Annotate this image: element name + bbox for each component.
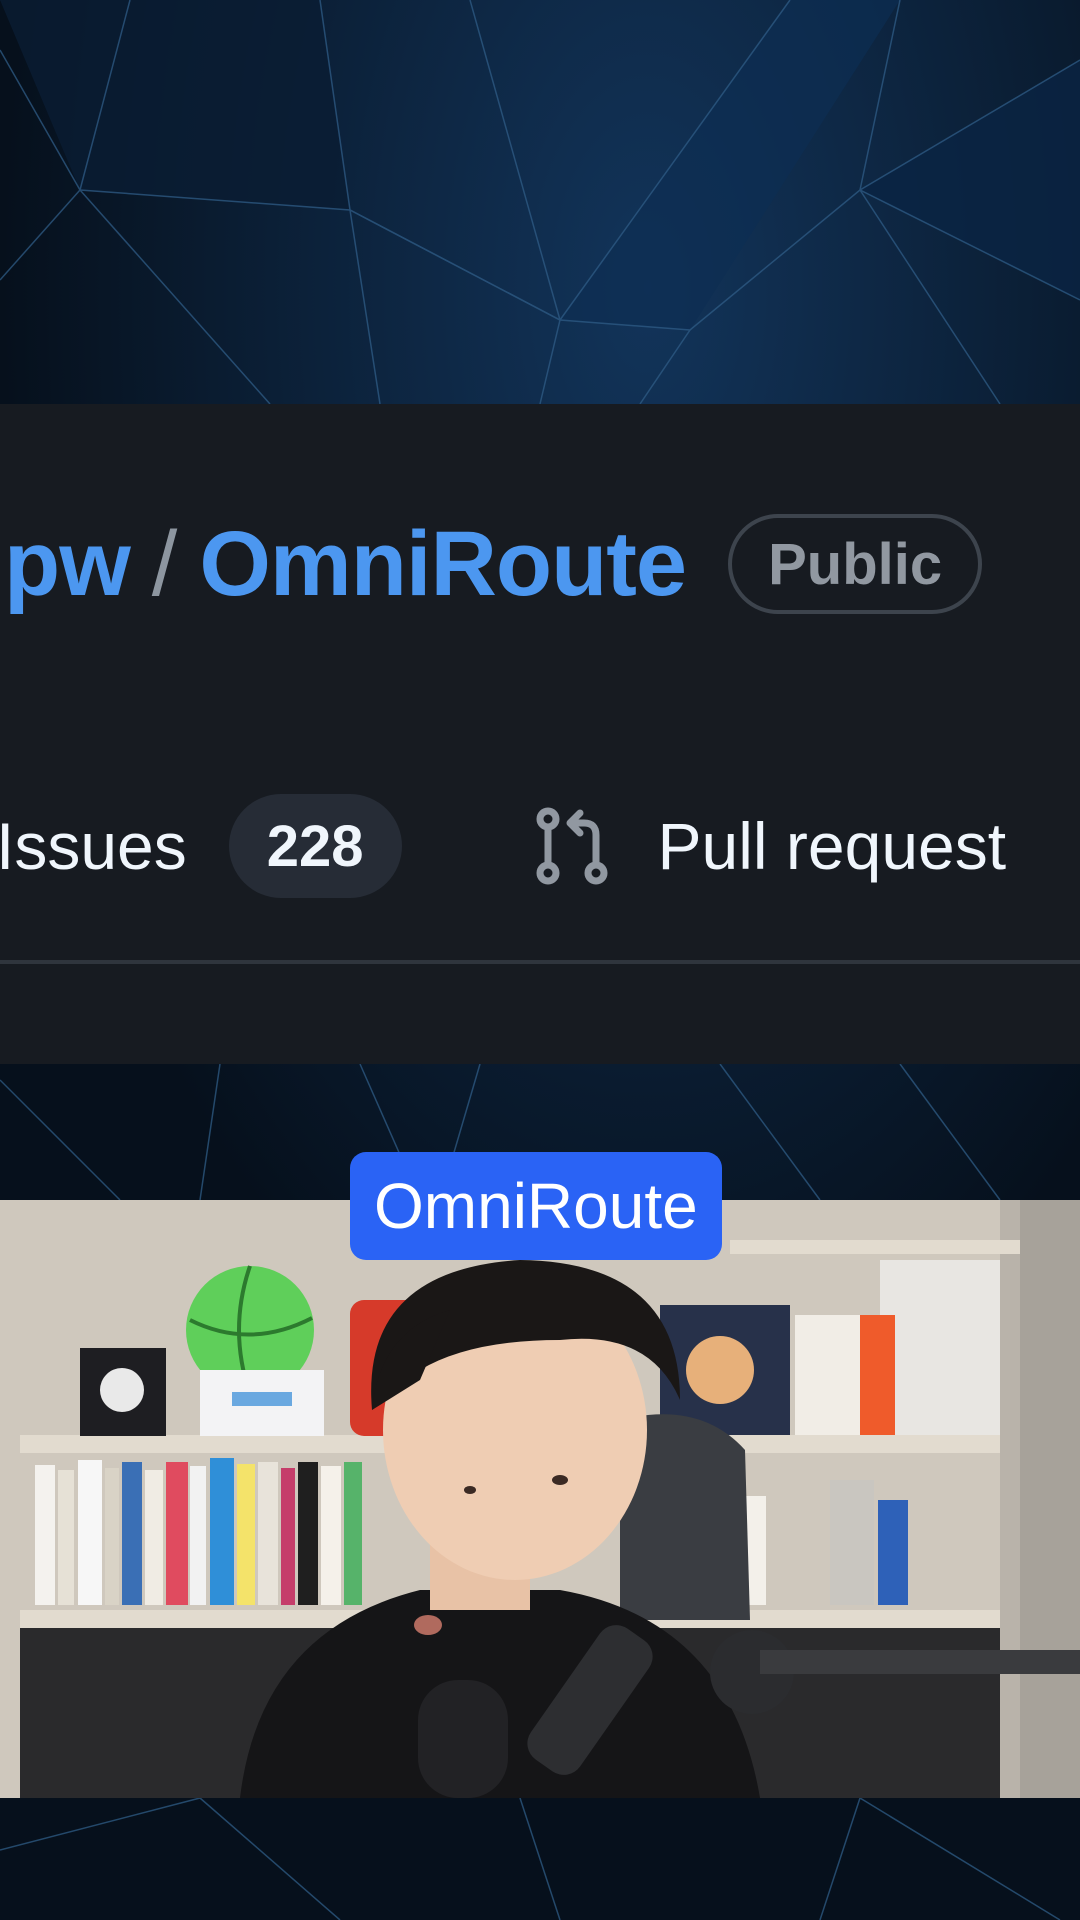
visibility-badge: Public: [728, 514, 983, 614]
github-repo-header-panel: pw / OmniRoute Public Issues 228 Pull re…: [0, 404, 1080, 1064]
webcam-video: [0, 1200, 1080, 1798]
repo-name-link[interactable]: OmniRoute: [199, 512, 687, 617]
tab-issues-label[interactable]: Issues: [0, 808, 187, 884]
issues-count-badge: 228: [228, 794, 402, 898]
tabs-divider: [0, 960, 1080, 964]
git-pull-request-icon: [536, 807, 610, 885]
repo-nav-tabs: Issues 228 Pull request: [0, 786, 1006, 906]
repo-title: pw / OmniRoute Public: [0, 504, 983, 624]
caption-label: OmniRoute: [350, 1152, 722, 1260]
repo-owner-link[interactable]: pw: [4, 512, 131, 617]
tab-pull-requests-label[interactable]: Pull request: [658, 808, 1007, 884]
repo-path-separator: /: [151, 512, 178, 615]
